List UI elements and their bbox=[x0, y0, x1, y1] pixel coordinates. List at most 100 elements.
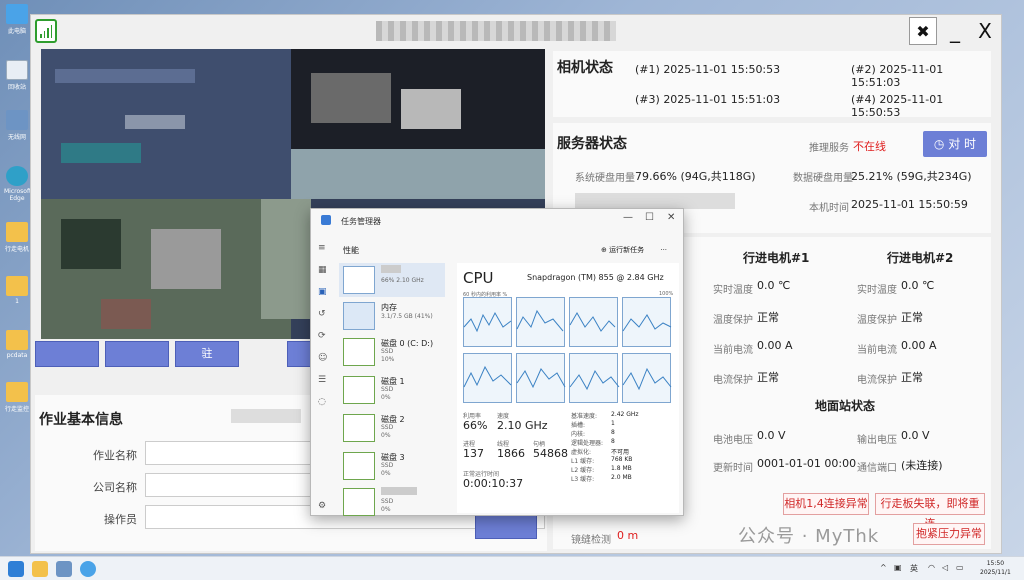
taskbar: ^ ▣ 英 ◠ ◁ ▭ 15:50 2025/11/1 bbox=[0, 556, 1024, 580]
app-title: ■■■■■■■■■■■■■■ bbox=[376, 21, 616, 41]
camera-button-2[interactable] bbox=[105, 341, 169, 367]
time-sync-button[interactable]: ◷ 对 时 bbox=[923, 131, 987, 157]
app-taskbar-icon[interactable] bbox=[80, 561, 96, 577]
alarm-clamp-pressure: 抱紧压力异常 bbox=[913, 523, 985, 545]
desktop-icon-folder-1[interactable]: 行走电机 bbox=[4, 222, 30, 253]
run-new-task-button[interactable]: ⊕ 运行新任务 ··· bbox=[601, 245, 667, 255]
detail-value: 768 KB bbox=[611, 456, 633, 463]
perf-item-cpu[interactable]: 66% 2.10 GHz bbox=[339, 263, 445, 297]
app-history-icon[interactable]: ↺ bbox=[318, 309, 328, 319]
task-manager-window[interactable]: 任务管理器 — ☐ ✕ ≡ ▦ ▣ ↺ ⟳ ☺ ☰ ◌ ⚙ 性能 ⊕ 运行新任务… bbox=[310, 208, 684, 516]
motor-2-current-protect-value: 正常 bbox=[901, 371, 923, 384]
motor-2-temp-label: 实时温度 bbox=[857, 285, 897, 296]
tools-button[interactable]: ✖ bbox=[909, 17, 937, 45]
file-explorer-icon[interactable] bbox=[32, 561, 48, 577]
disk-thumb-graph bbox=[343, 414, 375, 442]
clock-date: 2025/11/1 bbox=[980, 569, 1011, 576]
tray-expand-icon[interactable]: ^ bbox=[880, 563, 887, 572]
camera-status-2: (#2) 2025-11-01 15:51:03 bbox=[851, 63, 944, 89]
motor-2-temp-value: 0.0 ℃ bbox=[901, 279, 935, 292]
detail-label: L1 缓存: bbox=[571, 458, 595, 465]
camera-button-1[interactable] bbox=[35, 341, 99, 367]
tm-maximize-button[interactable]: ☐ bbox=[645, 212, 654, 223]
motor-1-current-label: 当前电流 bbox=[713, 345, 753, 356]
folder-icon bbox=[6, 330, 28, 350]
network-icon bbox=[6, 110, 28, 130]
desktop-icon-this-pc[interactable]: 此电脑 bbox=[4, 4, 30, 35]
watermark: 公众号 · MyThk bbox=[738, 526, 880, 547]
performance-icon[interactable]: ▣ bbox=[318, 287, 328, 297]
desktop-icon-folder-2[interactable]: 1 bbox=[4, 276, 30, 305]
minimize-button[interactable]: _ bbox=[941, 17, 969, 45]
desktop-icon-recycle-bin[interactable]: 回收站 bbox=[4, 60, 30, 91]
start-menu-icon[interactable] bbox=[8, 561, 24, 577]
desktop-icon-edge[interactable]: Microsoft Edge bbox=[4, 166, 31, 202]
more-options-button[interactable]: ··· bbox=[660, 246, 667, 254]
close-button[interactable]: X bbox=[971, 17, 999, 45]
volume-icon[interactable]: ◁ bbox=[942, 563, 948, 572]
alarm-camera-connection: 相机1,4连接异常 bbox=[783, 493, 869, 515]
tray-app-icon[interactable]: ▣ bbox=[894, 563, 902, 572]
handles-value: 54868 bbox=[533, 447, 568, 460]
perf-item-disk-2[interactable]: 磁盘 2 SSD 0% bbox=[339, 411, 445, 445]
sys-disk-value: 79.66% (94G,共118G) bbox=[635, 170, 756, 183]
processes-icon[interactable]: ▦ bbox=[318, 265, 328, 275]
desktop-icon-folder-3[interactable]: pcdata bbox=[4, 330, 30, 359]
update-time-label: 更新时间 bbox=[713, 463, 753, 474]
motor-1-title: 行进电机#1 bbox=[743, 251, 810, 265]
tm-minimize-button[interactable]: — bbox=[623, 212, 633, 223]
performance-list: 66% 2.10 GHz 内存 3.1/7.5 GB (41%) 磁盘 0 (C… bbox=[339, 263, 449, 516]
motor-1-temp-protect-value: 正常 bbox=[757, 311, 779, 324]
detail-label: 内核: bbox=[571, 431, 586, 438]
users-icon[interactable]: ☺ bbox=[318, 353, 328, 363]
operator-label: 操作员 bbox=[104, 513, 137, 526]
job-info-title: 作业基本信息 bbox=[39, 412, 123, 428]
signal-strength-icon bbox=[35, 19, 57, 43]
inference-service-value: 不在线 bbox=[853, 140, 886, 153]
camera-button-3[interactable]: 驻 bbox=[175, 341, 239, 367]
motor-1-temp-label: 实时温度 bbox=[713, 285, 753, 296]
app-titlebar: ■■■■■■■■■■■■■■ ✖ _ X bbox=[31, 15, 1001, 49]
processes-value: 137 bbox=[463, 447, 484, 460]
uptime-value: 0:00:10:37 bbox=[463, 477, 524, 490]
desktop-icon-folder-4[interactable]: 行走监控 bbox=[4, 382, 30, 413]
perf-item-disk-4[interactable]: SSD 0% bbox=[339, 485, 445, 519]
disk-thumb-graph bbox=[343, 338, 375, 366]
desktop-icon-network[interactable]: 无线网 bbox=[4, 110, 30, 141]
startup-apps-icon[interactable]: ⟳ bbox=[318, 331, 328, 341]
motor-2-current-label: 当前电流 bbox=[857, 345, 897, 356]
distance-value: 0 m bbox=[617, 529, 639, 542]
motor-2-current-protect-label: 电流保护 bbox=[857, 375, 897, 386]
perf-item-disk-0[interactable]: 磁盘 0 (C: D:) SSD 10% bbox=[339, 335, 445, 369]
perf-item-disk-3[interactable]: 磁盘 3 SSD 0% bbox=[339, 449, 445, 483]
details-icon[interactable]: ☰ bbox=[318, 375, 328, 385]
cpu-core-graphs bbox=[463, 297, 673, 405]
utilization-value: 66% bbox=[463, 419, 488, 432]
taskbar-clock[interactable]: 15:50 2025/11/1 bbox=[980, 559, 1011, 577]
detail-label: 插槽: bbox=[571, 422, 586, 429]
battery-icon[interactable]: ▭ bbox=[956, 563, 964, 572]
detail-value: 1.8 MB bbox=[611, 465, 632, 472]
ground-station-title: 地面站状态 bbox=[815, 399, 876, 413]
settings-gear-icon[interactable]: ⚙ bbox=[318, 501, 328, 511]
job-action-button[interactable] bbox=[475, 513, 537, 539]
folder-icon bbox=[6, 222, 28, 242]
motor-1-current-protect-label: 电流保护 bbox=[713, 375, 753, 386]
perf-item-disk-1[interactable]: 磁盘 1 SSD 0% bbox=[339, 373, 445, 407]
tm-close-button[interactable]: ✕ bbox=[667, 212, 675, 223]
recycle-bin-icon bbox=[6, 60, 28, 80]
local-time-value: 2025-11-01 15:50:59 bbox=[851, 198, 968, 211]
cpu-thumb-graph bbox=[343, 266, 375, 294]
wifi-icon[interactable]: ◠ bbox=[928, 563, 935, 572]
detail-value: 1 bbox=[611, 420, 615, 427]
language-indicator[interactable]: 英 bbox=[910, 563, 918, 574]
detail-value: 2.42 GHz bbox=[611, 411, 639, 418]
task-manager-taskbar-icon[interactable] bbox=[56, 561, 72, 577]
hamburger-menu-icon[interactable]: ≡ bbox=[318, 243, 328, 253]
clock-icon: ◷ bbox=[933, 137, 945, 151]
motor-2-temp-protect-value: 正常 bbox=[901, 311, 923, 324]
motor-1-temp-protect-label: 温度保护 bbox=[713, 315, 753, 326]
detail-label: L3 缓存: bbox=[571, 476, 595, 483]
perf-item-memory[interactable]: 内存 3.1/7.5 GB (41%) bbox=[339, 299, 445, 333]
services-icon[interactable]: ◌ bbox=[318, 397, 328, 407]
